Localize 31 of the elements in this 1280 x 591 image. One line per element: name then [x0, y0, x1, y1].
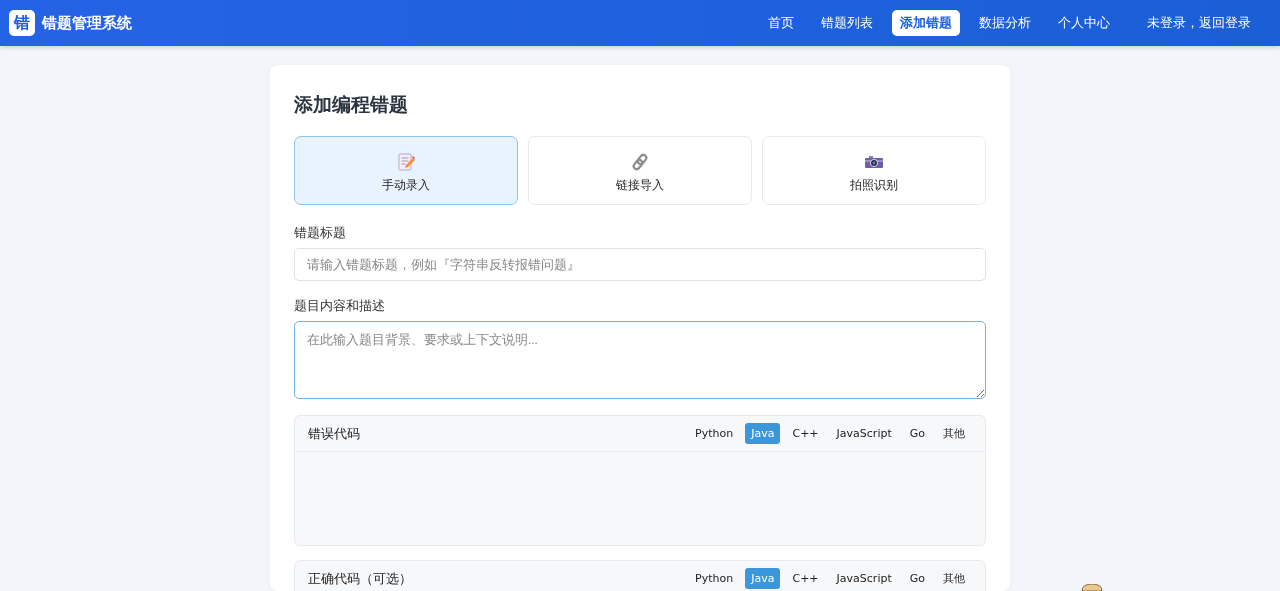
field-label: 题目内容和描述: [294, 297, 386, 315]
nav-link[interactable]: 个人中心: [1050, 10, 1118, 36]
description-field[interactable]: 在此输入题目背景、要求或上下文说明...: [294, 321, 986, 399]
nav-link[interactable]: 数据分析: [971, 10, 1039, 36]
input-method-option[interactable]: 链接导入: [528, 136, 752, 205]
logo-icon: 错: [9, 10, 35, 36]
nav-link[interactable]: 首页: [760, 10, 802, 36]
code-panel-title: 正确代码（可选）: [308, 569, 412, 588]
language-tab[interactable]: C++: [786, 423, 825, 444]
language-tab[interactable]: Python: [689, 423, 740, 444]
input-method-option[interactable]: 手动录入: [294, 136, 518, 205]
field-label: 错题标题: [294, 224, 347, 242]
memo-pencil-icon: [397, 153, 415, 171]
language-tab[interactable]: JavaScript: [830, 568, 898, 589]
code-panel-title: 错误代码: [308, 424, 360, 443]
language-tab[interactable]: 其他: [937, 568, 971, 589]
chain-link-icon: [631, 153, 649, 171]
language-tab[interactable]: Go: [903, 568, 931, 589]
page-title: 添加编程错题: [294, 92, 409, 117]
language-tab[interactable]: C++: [786, 568, 825, 589]
app-title: 错题管理系统: [42, 13, 132, 33]
language-tab[interactable]: Python: [689, 568, 740, 589]
language-tab[interactable]: Go: [903, 423, 931, 444]
language-tab[interactable]: JavaScript: [830, 423, 898, 444]
language-tab[interactable]: 其他: [937, 423, 971, 444]
nav-link[interactable]: 错题列表: [813, 10, 881, 36]
camera-icon: [864, 154, 884, 170]
nav-link[interactable]: 未登录，返回登录: [1139, 10, 1259, 36]
nav-link[interactable]: 添加错题: [892, 10, 960, 36]
input-method-option[interactable]: 拍照识别: [762, 136, 986, 205]
title-field[interactable]: 请输入错题标题，例如『字符串反转报错问题』: [294, 248, 986, 281]
